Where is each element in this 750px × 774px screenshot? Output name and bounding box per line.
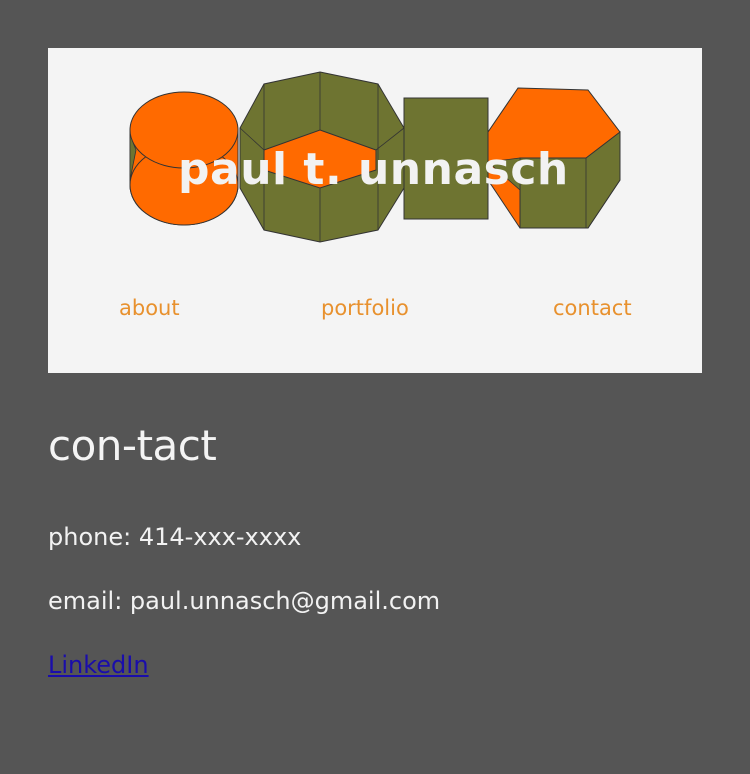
linkedin-link[interactable]: LinkedIn (48, 650, 149, 680)
site-logo[interactable]: paul t. unnasch (128, 70, 623, 248)
email-line: email: paul.unnasch@gmail.com (48, 587, 441, 615)
nav-link-about[interactable]: about (119, 296, 180, 320)
phone-line: phone: 414-xxx-xxxx (48, 523, 302, 551)
header-banner: paul t. unnasch about portfolio contact (48, 48, 702, 373)
main-nav: about portfolio contact (48, 296, 702, 326)
page-title: con-tact (48, 421, 217, 470)
nav-link-portfolio[interactable]: portfolio (321, 296, 409, 320)
page: paul t. unnasch about portfolio contact … (0, 0, 750, 774)
nav-link-contact[interactable]: contact (553, 296, 632, 320)
main-content: con-tact phone: 414-xxx-xxxx email: paul… (48, 420, 702, 679)
logo-text: paul t. unnasch (178, 144, 569, 195)
